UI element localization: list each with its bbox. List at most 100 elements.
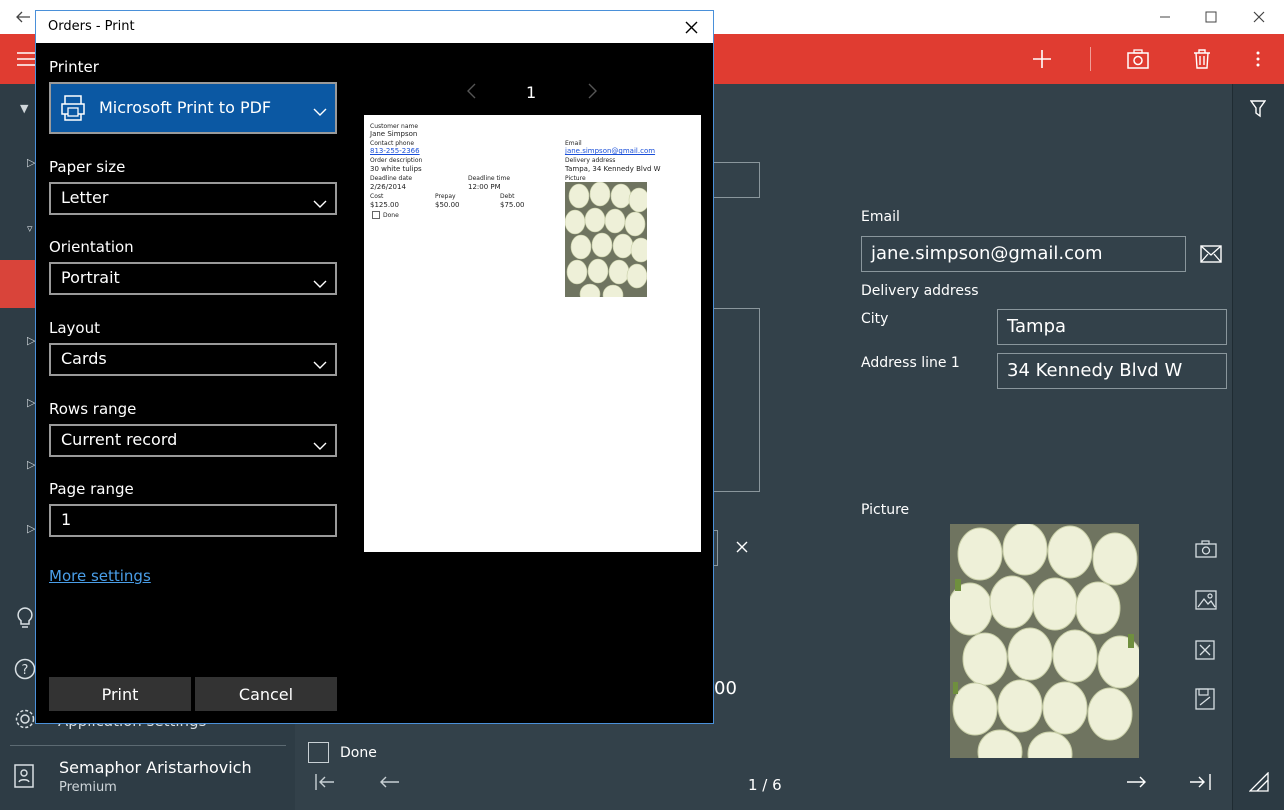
layout-select[interactable]: Cards [49, 343, 337, 376]
save-image-icon[interactable] [1195, 688, 1215, 714]
preview-page-number: 1 [526, 83, 537, 102]
preview-order-desc-label: Order description [370, 157, 423, 164]
remove-image-icon[interactable] [1195, 640, 1215, 664]
user-badge-icon[interactable] [14, 764, 34, 792]
page-range-value: 1 [61, 510, 72, 529]
next-record-icon[interactable] [1126, 772, 1148, 796]
filter-icon[interactable] [1249, 100, 1267, 122]
paper-size-label: Paper size [49, 158, 126, 176]
preview-customer-name: Jane Simpson [370, 130, 418, 138]
maximize-icon[interactable] [1188, 0, 1234, 34]
sidebar-divider [10, 745, 286, 746]
orientation-select[interactable]: Portrait [49, 262, 337, 295]
address-line-field[interactable]: 34 Kennedy Blvd W [997, 353, 1227, 389]
sidebar-selected-item[interactable] [0, 260, 36, 308]
image-icon[interactable] [1195, 590, 1217, 614]
address-line-label: Address line 1 [861, 355, 960, 371]
camera-icon[interactable] [1195, 540, 1217, 562]
preview-customer-name-label: Customer name [370, 123, 419, 130]
orientation-label: Orientation [49, 238, 134, 256]
record-counter: 1 / 6 [748, 776, 782, 794]
preview-order-desc: 30 white tulips [370, 165, 422, 173]
user-plan: Premium [59, 780, 117, 795]
previous-page-icon[interactable] [466, 83, 476, 103]
close-icon[interactable] [679, 15, 703, 39]
preview-cost: $125.00 [370, 201, 399, 209]
printer-select[interactable]: Microsoft Print to PDF [49, 82, 337, 134]
right-panel [1232, 84, 1284, 810]
rows-range-select[interactable]: Current record [49, 424, 337, 457]
preview-done-label: Done [383, 212, 399, 219]
more-icon[interactable] [1236, 34, 1280, 84]
preview-delivery-label: Delivery address [565, 157, 616, 164]
chevron-down-icon [313, 193, 327, 212]
print-preview-page: Customer name Jane Simpson Contact phone… [364, 115, 701, 552]
print-button[interactable]: Print [49, 677, 191, 711]
flower-picture [950, 524, 1139, 758]
gear-icon[interactable] [14, 708, 36, 734]
preview-deadline-date-label: Deadline date [370, 175, 413, 182]
preview-prepay-label: Prepay [435, 193, 456, 200]
preview-deadline-date: 2/26/2014 [370, 183, 406, 191]
chevron-down-icon [313, 435, 327, 454]
previous-record-icon[interactable] [378, 772, 400, 796]
chevron-down-icon [313, 101, 327, 120]
mail-icon[interactable] [1200, 245, 1222, 267]
preview-flower-picture [565, 182, 647, 297]
print-dialog: Orders - Print Printer Microsoft Print t… [35, 10, 714, 724]
help-icon[interactable]: ? [14, 658, 36, 684]
email-field[interactable]: jane.simpson@gmail.com [861, 236, 1186, 272]
chevron-down-icon [313, 273, 327, 292]
printer-icon [61, 95, 85, 125]
done-checkbox[interactable] [308, 742, 329, 763]
more-settings-link[interactable]: More settings [49, 567, 151, 585]
delete-icon[interactable] [1180, 34, 1224, 84]
preview-contact-phone: 813-255-2366 [370, 147, 420, 155]
preview-debt: $75.00 [500, 201, 525, 209]
resize-grip-icon[interactable] [1248, 771, 1269, 796]
page-range-input[interactable]: 1 [49, 504, 337, 537]
toolbar-separator [1090, 47, 1091, 71]
print-dialog-titlebar: Orders - Print [36, 11, 713, 43]
preview-cost-label: Cost [370, 193, 384, 200]
first-record-icon[interactable] [314, 772, 336, 796]
svg-text:?: ? [22, 663, 29, 678]
city-field[interactable]: Tampa [997, 309, 1227, 345]
next-page-icon[interactable] [588, 83, 598, 103]
preview-picture-label: Picture [565, 175, 586, 182]
layout-value: Cards [61, 349, 107, 368]
camera-icon[interactable] [1116, 34, 1160, 84]
paper-size-select[interactable]: Letter [49, 182, 337, 215]
preview-contact-phone-label: Contact phone [370, 140, 415, 147]
add-icon[interactable] [1020, 34, 1064, 84]
city-label: City [861, 311, 889, 327]
preview-email: jane.simpson@gmail.com [565, 147, 656, 155]
partial-value: 00 [714, 678, 737, 699]
layout-label: Layout [49, 319, 100, 337]
preview-deadline-time: 12:00 PM [468, 183, 501, 191]
rows-range-label: Rows range [49, 400, 137, 418]
preview-email-label: Email [565, 140, 582, 147]
paper-size-value: Letter [61, 188, 109, 207]
printer-label: Printer [49, 58, 99, 76]
minimize-icon[interactable] [1142, 0, 1188, 34]
picture-label: Picture [861, 502, 910, 518]
page-range-label: Page range [49, 480, 134, 498]
preview-prepay: $50.00 [435, 201, 460, 209]
chevron-down-icon [313, 354, 327, 373]
clear-icon[interactable] [736, 538, 748, 557]
printer-value: Microsoft Print to PDF [99, 98, 272, 117]
last-record-icon[interactable] [1188, 772, 1212, 796]
lightbulb-icon[interactable] [14, 606, 36, 634]
window-close-icon[interactable] [1236, 0, 1282, 34]
user-name: Semaphor Aristarhovich [59, 758, 252, 777]
chevron-down-icon[interactable]: ▿ [27, 222, 33, 235]
orientation-value: Portrait [61, 268, 120, 287]
done-label: Done [340, 745, 377, 761]
cancel-button[interactable]: Cancel [195, 677, 337, 711]
chevron-down-icon[interactable]: ▼ [20, 102, 28, 115]
print-dialog-title: Orders - Print [48, 19, 135, 34]
email-label: Email [861, 209, 900, 225]
rows-range-value: Current record [61, 430, 178, 449]
preview-debt-label: Debt [500, 193, 515, 200]
